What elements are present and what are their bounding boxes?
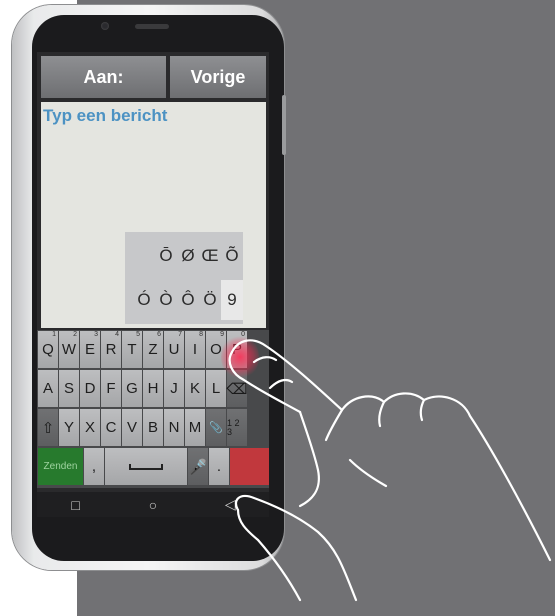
- hand-illustration: [228, 339, 552, 602]
